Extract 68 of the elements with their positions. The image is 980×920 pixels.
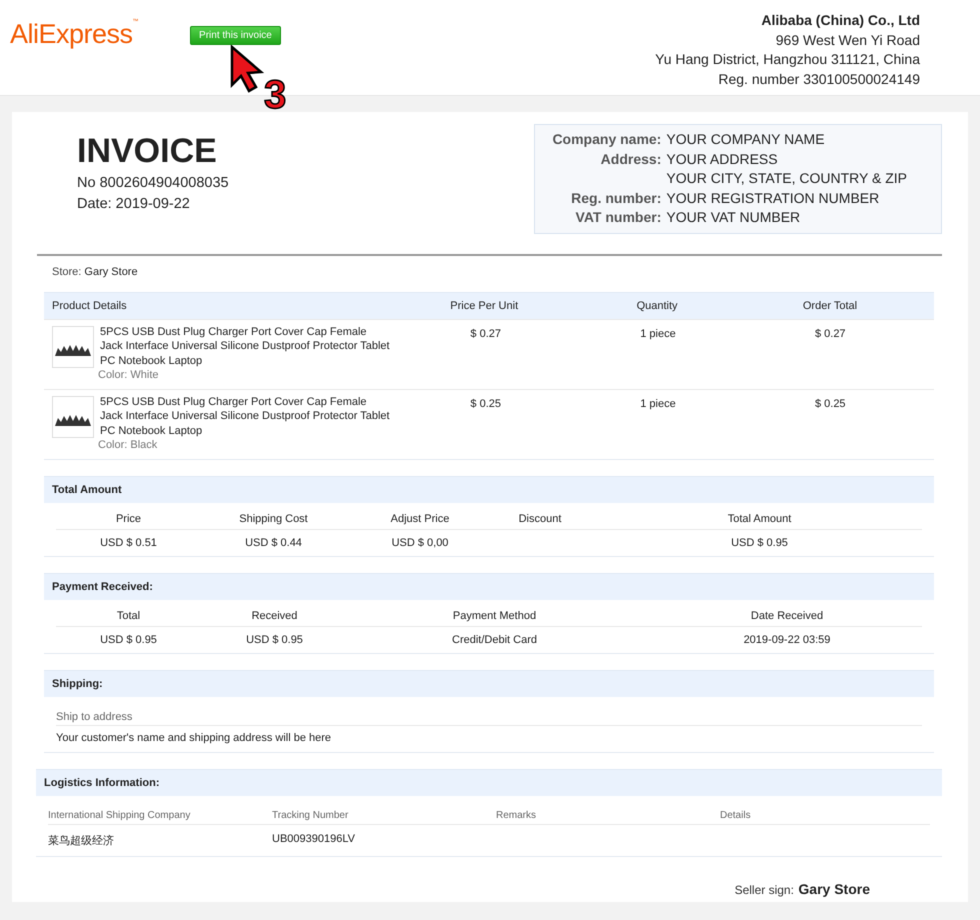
ship-to-label: Ship to address xyxy=(56,710,132,722)
table-cell-text: $ 0.25 xyxy=(814,396,847,412)
column-header: Discount xyxy=(518,512,562,524)
column-header: Tracking Number xyxy=(272,810,350,820)
table-cell-text: 2019-09-22 03:59 xyxy=(742,634,832,646)
print-button[interactable]: Print this invoice xyxy=(190,26,281,45)
step-number: 3 xyxy=(264,75,286,115)
buyer-field-value: YOUR CITY, STATE, COUNTRY & ZIP xyxy=(666,169,907,188)
table-cell-text: 菜鸟超级经济 xyxy=(48,834,115,848)
table-cell-text: USD $ 0.44 xyxy=(244,536,303,548)
table-cell-text: USD $ 0.95 xyxy=(730,536,789,548)
invoice-number: No 8002604904008035 xyxy=(77,174,229,193)
buyer-field-value: YOUR ADDRESS xyxy=(666,150,778,168)
table-cell-text: $ 0.27 xyxy=(814,326,847,342)
table-cell-text: USD $ 0.95 xyxy=(245,634,304,646)
table-cell-text: Credit/Debit Card xyxy=(451,634,538,646)
column-header: Date Received xyxy=(750,610,824,622)
buyer-field-label: VAT number: xyxy=(574,208,662,227)
buyer-field-value: YOUR REGISTRATION NUMBER xyxy=(666,188,880,208)
seller-address-line: Yu Hang District, Hangzhou 311121, China xyxy=(655,50,920,69)
table-cell-text: USD $ 0,00 xyxy=(390,536,450,548)
column-header: Payment Method xyxy=(452,610,538,622)
buyer-field-label: Address: xyxy=(600,150,662,168)
product-thumbnail xyxy=(52,396,94,438)
column-header: Adjust Price xyxy=(390,512,450,524)
table-cell-text: 1 piece xyxy=(639,396,677,412)
seller-company-name: Alibaba (China) Co., Ltd xyxy=(760,11,920,30)
section-header: Logistics Information: xyxy=(36,768,942,796)
column-header: Shipping Cost xyxy=(238,512,309,524)
cursor-arrow-icon xyxy=(230,45,264,93)
column-header: Remarks xyxy=(496,810,538,820)
table-cell-text: $ 0.25 xyxy=(469,396,502,412)
seller-sign-label: Seller sign: xyxy=(734,882,794,896)
table-cell-text: UB009390196LV xyxy=(272,832,356,846)
table-cell-text: USD $ 0.51 xyxy=(99,536,158,548)
column-header: Order Total xyxy=(802,300,858,312)
table-cell-text: 1 piece xyxy=(639,326,677,342)
invoice-date: Date: 2019-09-22 xyxy=(77,195,191,214)
buyer-field-value: YOUR VAT NUMBER xyxy=(666,208,800,227)
table-cell-text: $ 0.27 xyxy=(469,326,502,342)
seller-signature: Gary Store xyxy=(798,880,870,896)
column-header: Total xyxy=(116,610,142,622)
column-header: Price Per Unit xyxy=(449,300,520,312)
table-cell-text: USD $ 0.95 xyxy=(99,634,158,646)
product-title: 5PCS USB Dust Plug Charger Port Cover Cap Female Jack Interface Universal Silicone Dustproof Protector Tablet PC Notebook Laptop xyxy=(100,394,390,438)
invoice-title: INVOICE xyxy=(77,132,218,171)
shipping-address: Your customer's name and shipping address will be here xyxy=(56,732,332,744)
product-thumbnail xyxy=(52,326,94,368)
store-name: Store: Gary Store xyxy=(51,264,139,278)
column-header: Total Amount xyxy=(726,512,792,524)
column-header: Quantity xyxy=(636,300,679,312)
product-title: 5PCS USB Dust Plug Charger Port Cover Cap Female Jack Interface Universal Silicone Dustproof Protector Tablet PC Notebook Laptop xyxy=(100,324,390,368)
product-color: Color: Black xyxy=(98,438,158,452)
seller-address-line: Reg. number 330100500024149 xyxy=(717,70,920,89)
section-header: Total Amount xyxy=(44,476,934,502)
column-header: Received xyxy=(250,610,298,622)
column-header: Price xyxy=(114,512,142,524)
column-header: International Shipping Company xyxy=(48,810,192,820)
buyer-field-label: Company name: xyxy=(551,130,662,149)
buyer-field-value: YOUR COMPANY NAME xyxy=(666,130,825,149)
column-header: Details xyxy=(720,810,752,820)
section-header: Shipping: xyxy=(44,670,934,696)
buyer-field-label: Reg. number: xyxy=(570,188,662,208)
product-color: Color: White xyxy=(98,368,160,382)
aliexpress-logo: AliExpress$^{™}$ xyxy=(10,19,138,50)
section-header: Payment Received: xyxy=(44,572,934,600)
seller-address-line: 969 West Wen Yi Road xyxy=(774,30,920,50)
column-header: Product Details xyxy=(52,300,128,312)
